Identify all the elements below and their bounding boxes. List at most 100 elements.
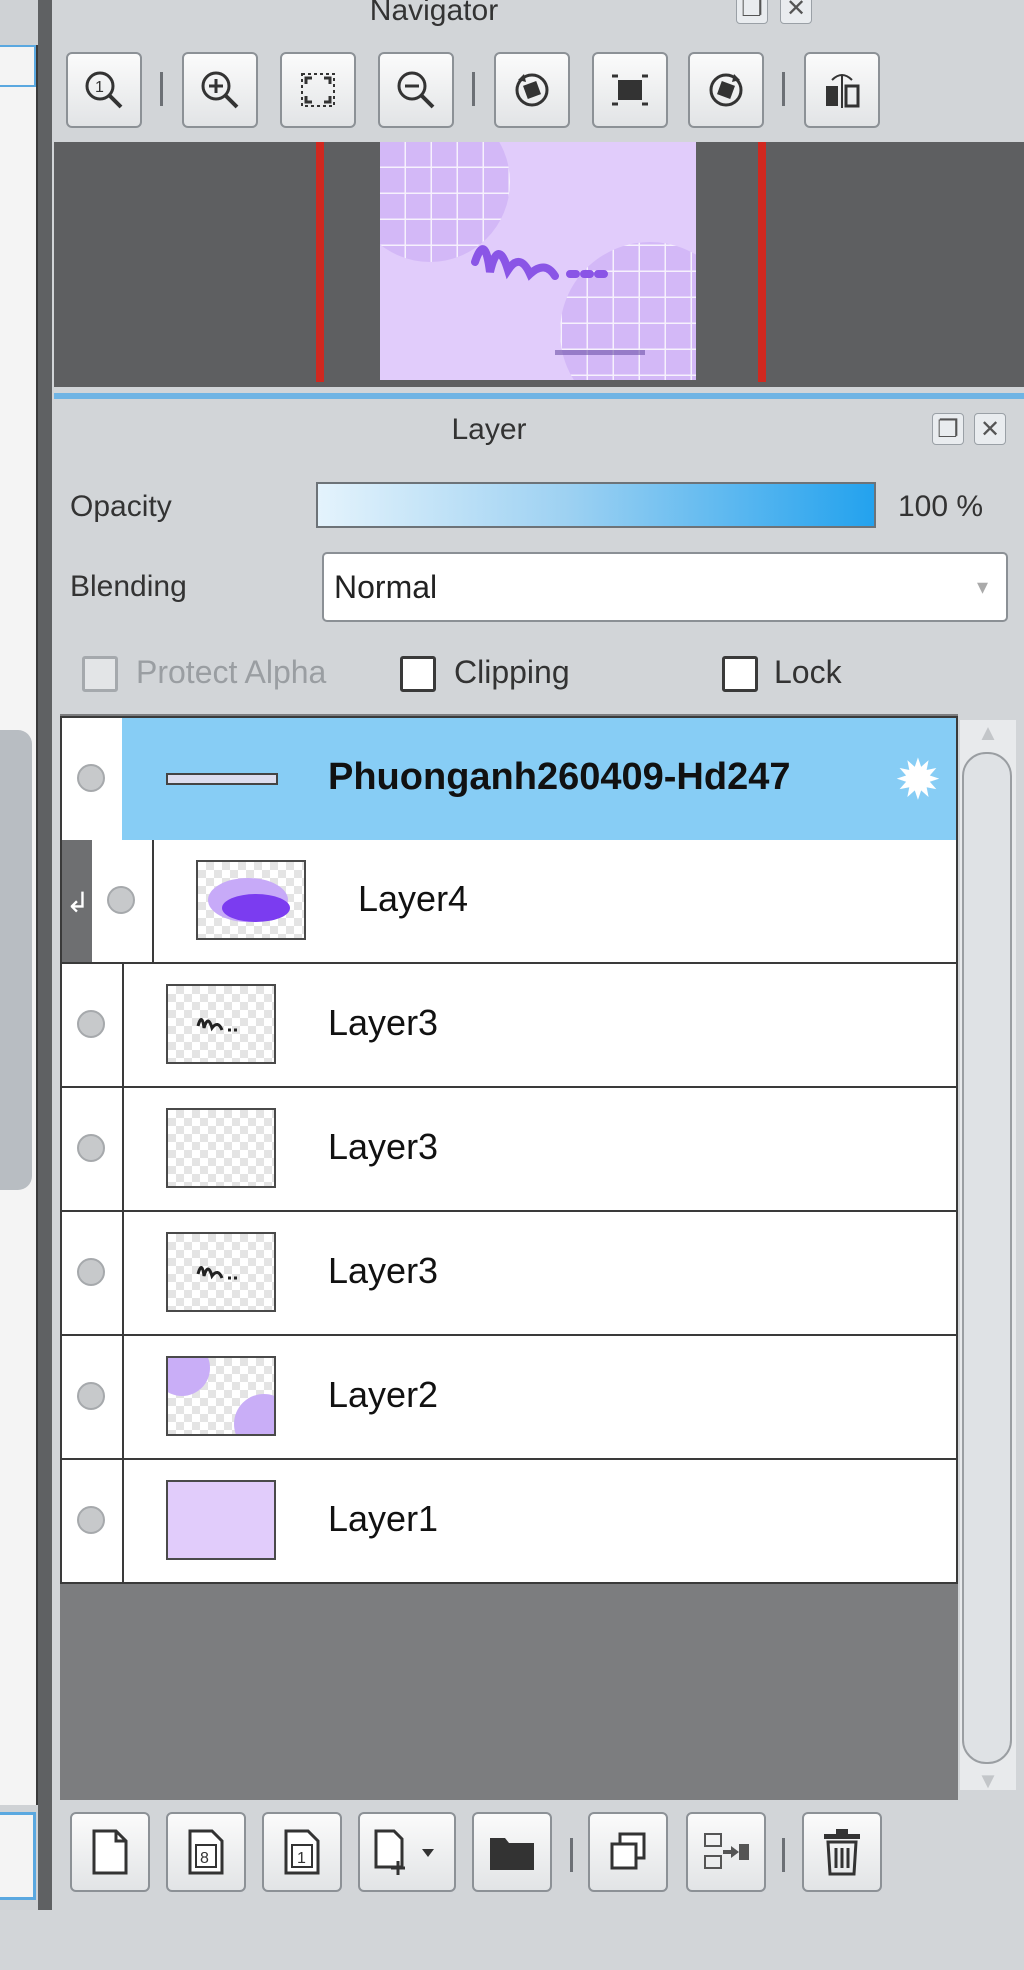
layer-thumbnail [196,860,306,940]
merge-down-button[interactable] [686,1812,766,1892]
protect-alpha-label: Protect Alpha [136,654,327,690]
clipping-indicator: ↲ [62,840,92,962]
reset-rotation-icon [612,74,648,106]
layer-thumbnail [166,1356,276,1436]
visibility-cell[interactable] [62,1088,124,1210]
flip-horizontal-icon [826,74,860,108]
visibility-cell[interactable] [62,718,124,840]
close-icon[interactable]: ✕ [974,413,1006,445]
add-special-layer-button[interactable] [358,1812,456,1892]
new-8bit-layer-icon: 8 [188,1829,224,1875]
visibility-cell[interactable] [62,964,124,1086]
layer-row[interactable]: Layer2 [60,1336,958,1460]
zoom-out-button[interactable] [378,52,454,128]
layer-name: Layer3 [328,1126,439,1167]
zoom-actual-size-button[interactable]: 1 [66,52,142,128]
layer-name: Layer3 [328,1250,439,1291]
merge-down-icon [704,1833,749,1869]
opacity-value: 100 % [898,490,984,523]
layer-thumbnail [166,984,276,1064]
svg-text:1: 1 [95,79,104,96]
lock-checkbox[interactable] [722,656,758,692]
left-panel-tab-bottom[interactable] [0,1812,36,1900]
left-panel-scrollbar[interactable] [0,730,32,1190]
rotate-right-button[interactable] [688,52,764,128]
delete-layer-icon [824,1829,860,1876]
status-strip [0,1910,1024,1970]
svg-text:1: 1 [297,1850,306,1867]
new-8bit-layer-button[interactable]: 8 [166,1812,246,1892]
new-layer-icon [92,1829,128,1875]
visibility-icon[interactable] [77,1010,105,1038]
layer-row[interactable]: Layer1 [60,1460,958,1584]
layer-row[interactable]: Layer3 [60,964,958,1088]
new-folder-icon [490,1838,534,1870]
lock-label: Lock [774,654,842,690]
scroll-up-icon[interactable]: ▲ [960,720,1016,746]
toolbar-separator [570,1838,573,1872]
navigator-header: Navigator ❐ ✕ [54,0,1024,45]
visibility-cell[interactable] [62,1460,124,1582]
opacity-slider[interactable] [316,482,876,528]
visibility-icon[interactable] [77,1258,105,1286]
dock-divider[interactable] [38,0,52,1910]
zoom-actual-size-icon: 1 [85,71,123,109]
new-layer-button[interactable] [70,1812,150,1892]
layer-name: Layer4 [358,878,469,919]
reset-rotation-button[interactable] [592,52,668,128]
layer-name: Layer1 [328,1498,439,1539]
visibility-cell[interactable] [92,840,154,962]
layer-panel-title: Layer [451,413,527,446]
left-panel-tab-top[interactable] [0,45,36,87]
visibility-icon[interactable] [107,886,135,914]
layer-row[interactable]: Layer3 [60,1212,958,1336]
new-1bit-layer-button[interactable]: 1 [262,1812,342,1892]
clipping-checkbox[interactable] [400,656,436,692]
rotate-left-icon [515,73,549,107]
layer-panel-header: Layer ❐ ✕ [54,399,1024,461]
scrollbar-thumb[interactable] [962,752,1012,1764]
scroll-down-icon[interactable]: ▼ [960,1768,1016,1794]
chevron-down-icon: ▾ [976,574,988,599]
visibility-icon[interactable] [77,1506,105,1534]
zoom-in-icon [201,71,239,109]
visibility-icon[interactable] [77,1382,105,1410]
layer-row[interactable]: Phuonganh260409-Hd247 ✹ [60,716,958,840]
toolbar-separator [782,72,785,106]
visibility-cell[interactable] [62,1212,124,1334]
protect-alpha-checkbox[interactable] [82,656,118,692]
viewport-right-edge [758,142,766,382]
undock-icon[interactable]: ❐ [736,0,768,24]
layer-name: Layer2 [328,1374,439,1415]
visibility-icon[interactable] [77,764,105,792]
undock-icon[interactable]: ❐ [932,413,964,445]
toolbar-separator [160,72,163,106]
close-icon[interactable]: ✕ [780,0,812,24]
flip-horizontal-button[interactable] [804,52,880,128]
layer-row[interactable]: Layer3 [60,1088,958,1212]
visibility-icon[interactable] [77,1134,105,1162]
rotate-right-icon [709,73,743,107]
fit-to-window-button[interactable] [280,52,356,128]
navigator-title: Navigator [369,0,499,27]
layer-name: Phuonganh260409-Hd247 [328,756,791,798]
blending-select[interactable]: Normal ▾ [322,552,1008,622]
toolbar-separator [782,1838,785,1872]
blending-value: Normal [334,568,438,605]
duplicate-layer-button[interactable] [588,1812,668,1892]
rotate-left-button[interactable] [494,52,570,128]
duplicate-layer-icon [610,1832,646,1870]
layer-row-body[interactable]: Phuonganh260409-Hd247 ✹ [122,718,956,840]
fit-to-window-icon [301,73,335,107]
layer-name: Layer3 [328,1002,439,1043]
zoom-in-button[interactable] [182,52,258,128]
layer-thumbnail [166,773,278,785]
new-folder-button[interactable] [472,1812,552,1892]
clip-arrow-icon: ↲ [66,887,90,918]
layer-thumbnail [166,1108,276,1188]
gear-icon[interactable]: ✹ [890,752,946,808]
delete-layer-button[interactable] [802,1812,882,1892]
visibility-cell[interactable] [62,1336,124,1458]
layer-row[interactable]: ↲ Layer4 [60,840,958,964]
svg-text:8: 8 [200,1850,209,1867]
